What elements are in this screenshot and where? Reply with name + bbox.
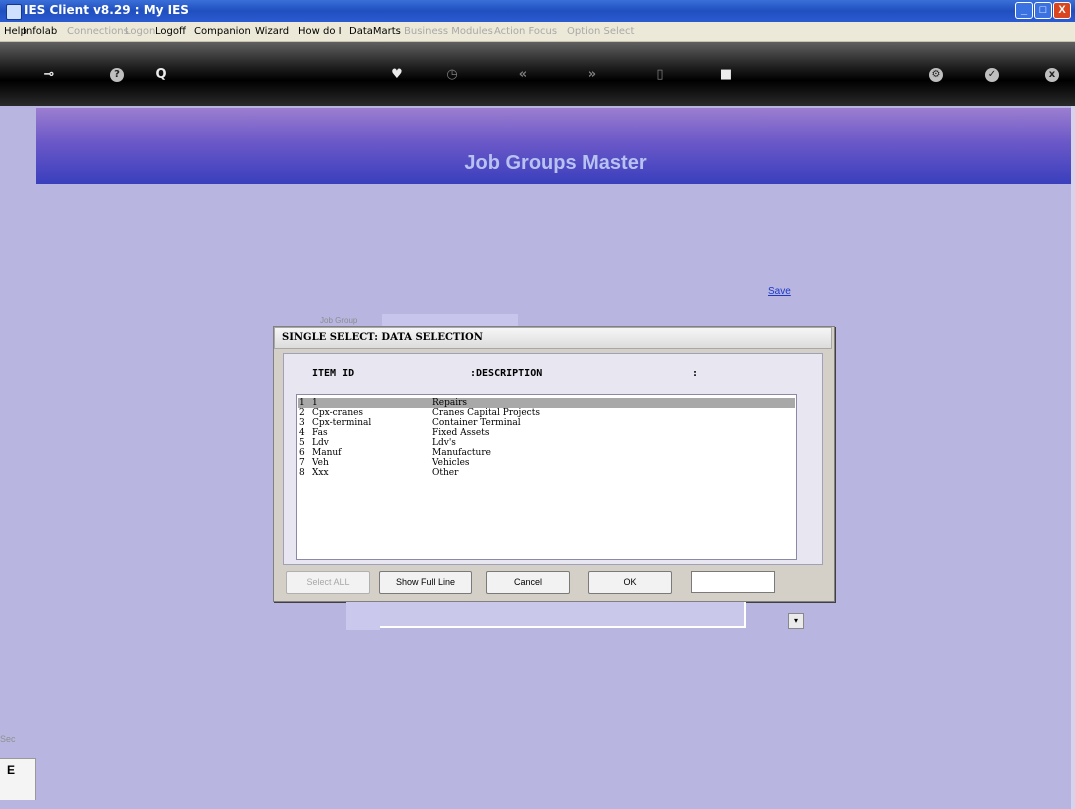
key-icon[interactable]: ⊸ bbox=[34, 68, 64, 82]
cancel-button[interactable]: Cancel bbox=[486, 571, 570, 594]
select-all-button[interactable]: Select ALL bbox=[286, 571, 370, 594]
menu-bar: Help Infolab Connections Logon Logoff Co… bbox=[0, 22, 1075, 42]
show-full-line-button[interactable]: Show Full Line bbox=[379, 571, 472, 594]
list-item[interactable]: 7 Veh Vehicles bbox=[298, 458, 795, 468]
trash-icon[interactable]: ▯ bbox=[651, 68, 669, 82]
menu-how-do-i[interactable]: How do I bbox=[298, 26, 342, 37]
dialog-search-field[interactable] bbox=[691, 571, 775, 593]
column-header-end: : bbox=[692, 368, 699, 379]
menu-business-modules[interactable]: Business Modules bbox=[404, 26, 493, 37]
heart-icon[interactable]: ♥ bbox=[388, 68, 406, 82]
list-item[interactable]: 8 Xxx Other bbox=[298, 468, 795, 478]
app-icon bbox=[6, 4, 22, 20]
list-item[interactable]: 1 1 Repairs bbox=[298, 398, 795, 408]
window-title: IES Client v8.29 : My IES bbox=[24, 3, 189, 17]
menu-wizard[interactable]: Wizard bbox=[255, 26, 289, 37]
sidebar-tool-icon[interactable]: E bbox=[0, 758, 36, 800]
close-window-button[interactable]: X bbox=[1053, 2, 1071, 19]
save-link[interactable]: Save bbox=[768, 286, 791, 297]
search-icon[interactable]: Q bbox=[152, 68, 170, 82]
list-item[interactable]: 3 Cpx-terminal Container Terminal bbox=[298, 418, 795, 428]
menu-option-select[interactable]: Option Select bbox=[567, 26, 634, 37]
menu-infolab[interactable]: Infolab bbox=[23, 26, 57, 37]
maximize-button[interactable]: □ bbox=[1034, 2, 1052, 19]
combo-prefix bbox=[346, 602, 380, 630]
job-group-label: Job Group bbox=[320, 316, 358, 325]
stop-icon[interactable]: ■ bbox=[717, 68, 735, 82]
close-icon[interactable]: x bbox=[1045, 68, 1059, 82]
sidebar-label: Sec bbox=[0, 734, 16, 744]
list-item[interactable]: 5 Ldv Ldv's bbox=[298, 438, 795, 448]
ok-button[interactable]: OK bbox=[588, 571, 672, 594]
toolbar: ⊸ ? Q ♥ ◷ « » ▯ ■ ⚙ ✓ x bbox=[0, 42, 1075, 106]
minimize-button[interactable]: _ bbox=[1015, 2, 1033, 19]
menu-companion[interactable]: Companion bbox=[194, 26, 251, 37]
window-titlebar: IES Client v8.29 : My IES _ □ X bbox=[0, 0, 1075, 22]
dropdown-field[interactable] bbox=[380, 602, 746, 628]
list-item[interactable]: 6 Manuf Manufacture bbox=[298, 448, 795, 458]
single-select-dialog: SINGLE SELECT: DATA SELECTION ITEM ID :D… bbox=[273, 326, 835, 602]
menu-logoff[interactable]: Logoff bbox=[155, 26, 186, 37]
page-banner: Job Groups Master bbox=[36, 108, 1075, 184]
fast-forward-icon[interactable]: » bbox=[583, 68, 601, 82]
help-icon[interactable]: ? bbox=[110, 68, 124, 82]
column-header-description[interactable]: :DESCRIPTION bbox=[470, 368, 542, 379]
selection-list[interactable]: 1 1 Repairs 2 Cpx-cranes Cranes Capital … bbox=[296, 394, 797, 560]
menu-logon[interactable]: Logon bbox=[125, 26, 155, 37]
check-icon[interactable]: ✓ bbox=[985, 68, 999, 82]
scroll-edge bbox=[1071, 106, 1075, 809]
list-item[interactable]: 4 Fas Fixed Assets bbox=[298, 428, 795, 438]
job-group-field[interactable] bbox=[382, 314, 518, 326]
selection-panel: ITEM ID :DESCRIPTION : 1 1 Repairs 2 Cpx… bbox=[283, 353, 823, 565]
chevron-down-icon[interactable]: ▾ bbox=[788, 613, 804, 629]
page-title: Job Groups Master bbox=[464, 152, 647, 174]
menu-action-focus[interactable]: Action Focus bbox=[494, 26, 557, 37]
menu-datamarts[interactable]: DataMarts bbox=[349, 26, 401, 37]
settings-icon[interactable]: ⚙ bbox=[929, 68, 943, 82]
menu-connections[interactable]: Connections bbox=[67, 26, 129, 37]
column-header-item-id[interactable]: ITEM ID bbox=[312, 368, 354, 379]
rewind-icon[interactable]: « bbox=[514, 68, 532, 82]
dialog-title: SINGLE SELECT: DATA SELECTION bbox=[274, 327, 832, 349]
clock-icon[interactable]: ◷ bbox=[443, 68, 461, 82]
list-item[interactable]: 2 Cpx-cranes Cranes Capital Projects bbox=[298, 408, 795, 418]
